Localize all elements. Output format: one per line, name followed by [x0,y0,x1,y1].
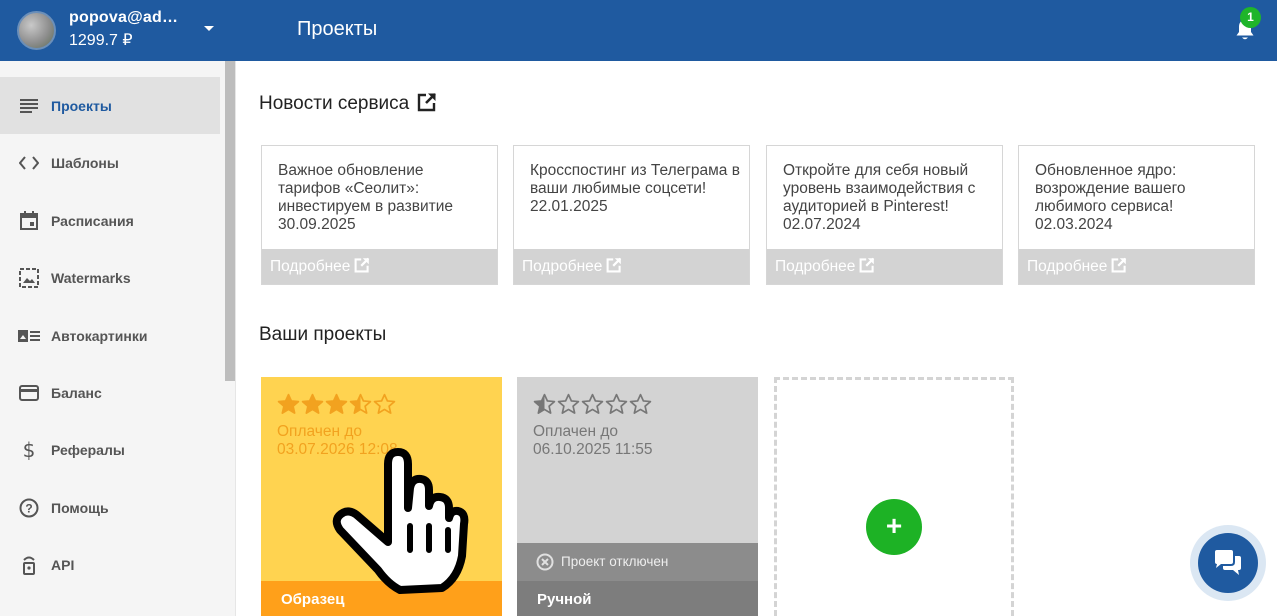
page-title: Проекты [297,18,378,40]
sidebar-item-projects[interactable]: Проекты [0,77,220,134]
star-rating [533,393,652,415]
news-more-link[interactable]: Подробнее [262,249,497,284]
news-card-date: 22.01.2025 [530,198,608,215]
star-filled-icon [277,393,300,414]
star-filled-icon [301,393,324,414]
code-icon [18,152,40,174]
sidebar-item-balance[interactable]: Баланс [0,364,220,421]
star-empty-icon [557,393,580,414]
star-empty-icon [373,393,396,414]
news-card-date: 30.09.2025 [278,216,356,233]
news-more-link[interactable]: Подробнее [767,249,1002,284]
project-paid-label: Оплачен до [277,423,363,440]
external-link-icon[interactable] [417,92,437,112]
news-more-label: Подробнее [270,258,351,275]
news-card-headline: Кросспостинг из Телеграма в ваши любимые… [530,162,740,197]
star-empty-icon [581,393,604,414]
credit-card-icon [18,382,40,404]
news-section-title: Новости сервиса [259,92,437,115]
help-icon: ? [18,497,40,519]
sidebar-item-api[interactable]: API [0,536,220,593]
news-card[interactable]: Обновленное ядро: возрождение вашего люб… [1018,145,1255,285]
project-card-manual[interactable]: Оплачен до 06.10.2025 11:55 Проект отклю… [517,377,758,616]
star-empty-icon [605,393,628,414]
sidebar-item-label: Шаблоны [51,154,119,171]
news-more-label: Подробнее [1027,258,1108,275]
chat-button[interactable] [1198,533,1258,593]
sidebar-item-label: API [51,556,75,573]
sidebar-item-label: Watermarks [51,269,131,286]
add-project-button[interactable]: + [866,499,922,555]
projects-section-title: Ваши проекты [259,324,387,345]
api-icon [18,554,40,576]
news-more-link[interactable]: Подробнее [514,249,749,284]
image-text-icon [18,325,40,347]
sidebar: Проекты Шаблоны Расписания Watermarks Ав… [0,61,236,616]
dollar-icon: $ [22,437,36,462]
calendar-icon [18,210,40,232]
news-card[interactable]: Кросспостинг из Телеграма в ваши любимые… [513,145,750,285]
project-paid-info: Оплачен до 06.10.2025 11:55 [533,423,653,459]
project-paid-label: Оплачен до [533,423,619,440]
pointer-hand-icon [332,448,469,594]
sidebar-item-label: Баланс [51,384,102,401]
external-link-icon [1111,257,1127,273]
news-card-headline: Откройте для себя новый уровень взаимоде… [783,162,976,215]
close-circle-icon [536,553,554,571]
user-balance: 1299.7 ₽ [69,32,133,49]
user-avatar[interactable] [17,11,56,50]
news-card-date: 02.03.2024 [1035,216,1113,233]
sidebar-scrollbar[interactable] [225,61,235,381]
chat-widget [1190,525,1266,601]
sidebar-item-label: Расписания [51,212,134,229]
sidebar-item-label: Проекты [51,97,112,114]
chat-bubble-icon [1215,550,1241,575]
external-link-icon [606,257,622,273]
external-link-icon [859,257,875,273]
news-card-text: Откройте для себя новый уровень взаимоде… [783,162,993,234]
news-more-label: Подробнее [775,258,856,275]
list-icon [18,95,40,117]
notification-badge[interactable]: 1 [1240,7,1261,28]
news-card[interactable]: Важное обновление тарифов «Сеолит»: инве… [261,145,498,285]
top-header: popova@ad… 1299.7 ₽ Проекты 1 [0,0,1277,61]
sidebar-item-watermarks[interactable]: Watermarks [0,249,220,306]
project-name[interactable]: Ручной [517,581,758,616]
news-card-headline: Важное обновление тарифов «Сеолит»: инве… [278,162,453,215]
chevron-down-icon[interactable] [202,22,216,36]
sidebar-item-referrals[interactable]: $ Рефералы [0,421,220,478]
project-paid-until: 06.10.2025 11:55 [533,441,653,458]
sidebar-item-label: Автокартинки [51,327,148,344]
news-card-headline: Обновленное ядро: возрождение вашего люб… [1035,162,1186,215]
news-card-text: Кросспостинг из Телеграма в ваши любимые… [530,162,740,216]
project-disabled-status: Проект отключен [517,543,758,581]
news-card[interactable]: Откройте для себя новый уровень взаимоде… [766,145,1003,285]
sidebar-item-schedules[interactable]: Расписания [0,192,220,249]
star-filled-icon [325,393,348,414]
add-project-card[interactable]: + [774,377,1014,616]
svg-text:?: ? [25,501,32,515]
sidebar-item-label: Рефералы [51,441,125,458]
news-card-text: Обновленное ядро: возрождение вашего люб… [1035,162,1245,234]
sidebar-item-help[interactable]: ? Помощь [0,479,220,536]
star-rating [277,393,396,415]
watermark-icon [18,267,40,289]
user-email[interactable]: popova@ad… [69,9,178,27]
star-half-icon [533,393,556,414]
sidebar-item-autoimages[interactable]: Автокартинки [0,307,220,364]
star-half-icon [349,393,372,414]
news-card-date: 02.07.2024 [783,216,861,233]
star-empty-icon [629,393,652,414]
news-card-text: Важное обновление тарифов «Сеолит»: инве… [278,162,488,234]
news-more-label: Подробнее [522,258,603,275]
sidebar-item-label: Помощь [51,499,109,516]
project-disabled-label: Проект отключен [561,554,669,569]
news-more-link[interactable]: Подробнее [1019,249,1254,284]
sidebar-item-templates[interactable]: Шаблоны [0,134,220,191]
news-title-text: Новости сервиса [259,93,410,114]
external-link-icon [354,257,370,273]
